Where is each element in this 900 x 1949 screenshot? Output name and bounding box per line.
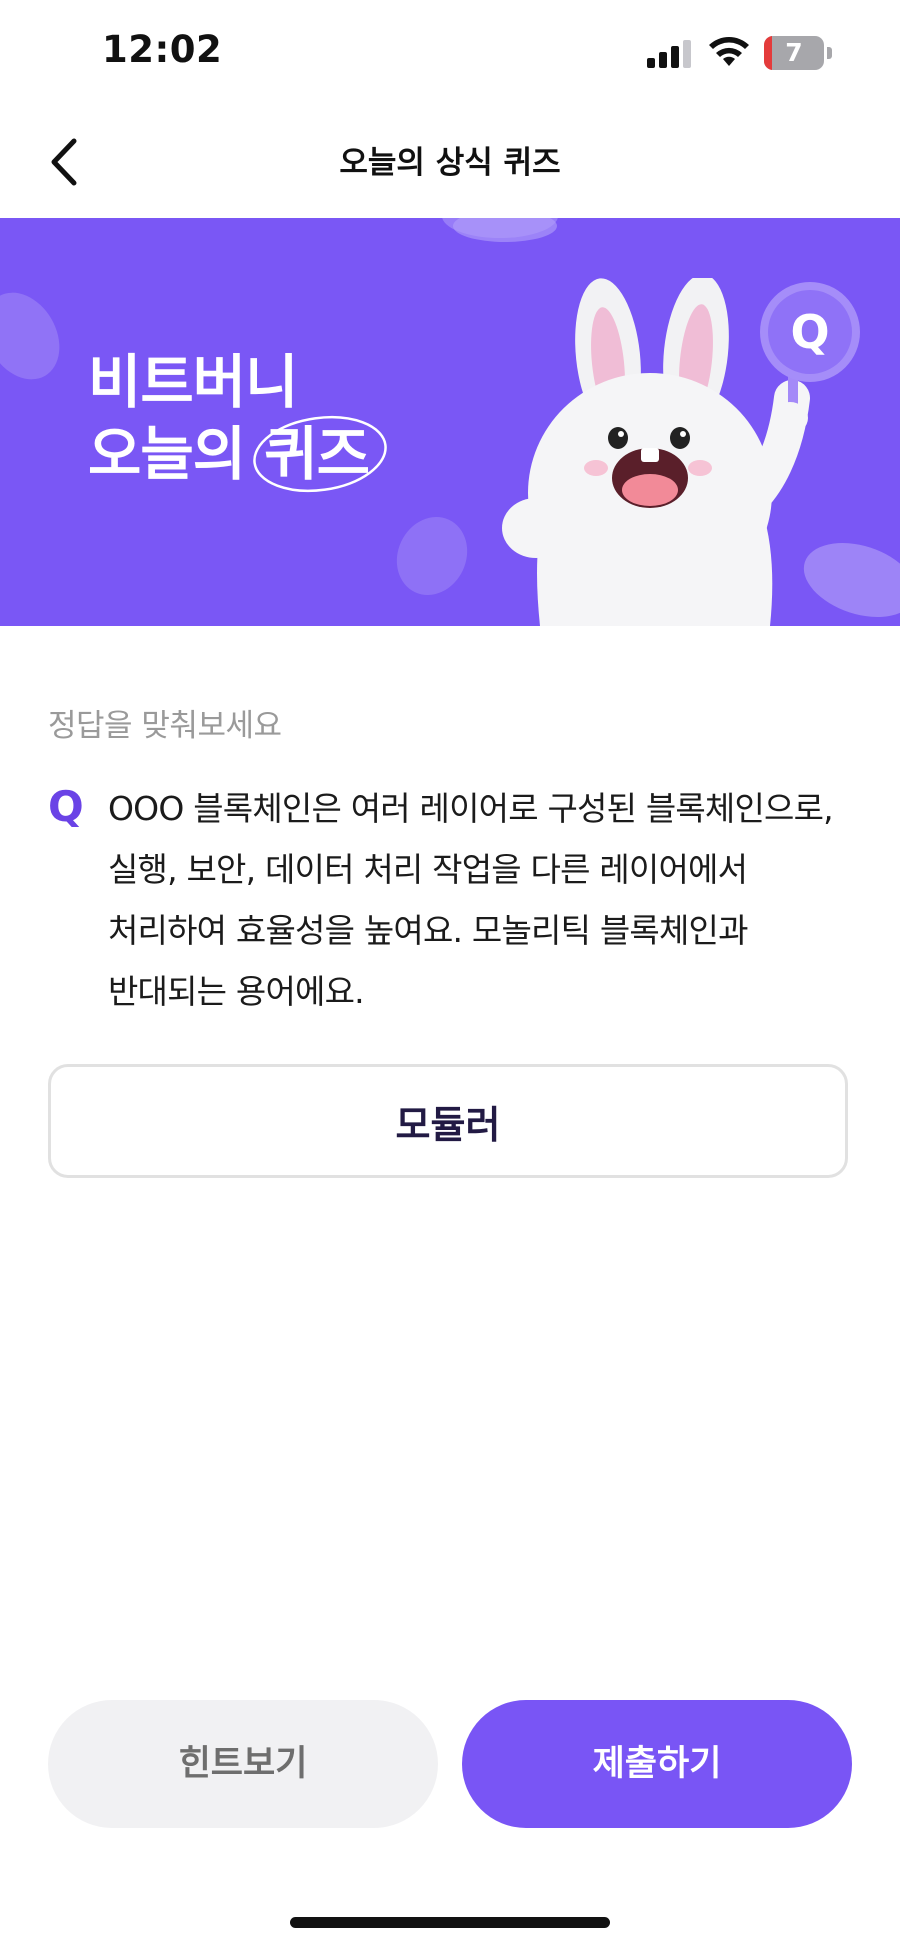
home-indicator	[290, 1917, 610, 1928]
battery-percent: 7	[785, 38, 803, 67]
bunny-mascot-illustration: Q	[502, 278, 860, 626]
submit-button[interactable]: 제출하기	[462, 1700, 852, 1828]
page-title: 오늘의 상식 퀴즈	[339, 145, 561, 181]
wifi-icon	[709, 37, 749, 66]
nav-bar: 오늘의 상식 퀴즈	[0, 105, 900, 218]
signal-icon	[647, 40, 691, 68]
highlight-ring	[253, 415, 388, 493]
question-text: OOO 블록체인은 여러 레이어로 구성된 블록체인으로, 실행, 보안, 데이…	[108, 789, 834, 1011]
battery-body: 7	[764, 36, 824, 70]
battery-cap	[827, 47, 832, 59]
badge-letter: Q	[790, 305, 829, 359]
quiz-instruction: 정답을 맞춰보세요	[48, 708, 282, 744]
answer-input[interactable]	[48, 1064, 848, 1178]
banner-title-line1: 비트버니	[88, 348, 298, 416]
banner-title: 비트버니 오늘의 퀴즈	[88, 346, 388, 493]
status-bar: 12:02 7	[0, 0, 900, 105]
banner-title-line2: 오늘의 퀴즈	[88, 415, 388, 493]
status-time: 12:02	[102, 28, 223, 71]
banner-title-prefix: 오늘의	[88, 420, 265, 488]
banner-title-highlight: 퀴즈	[253, 415, 388, 493]
question-marker: Q	[48, 782, 84, 831]
battery-icon: 7	[764, 36, 834, 70]
hint-button[interactable]: 힌트보기	[48, 1700, 438, 1828]
quiz-banner: 비트버니 오늘의 퀴즈 Q	[0, 218, 900, 626]
